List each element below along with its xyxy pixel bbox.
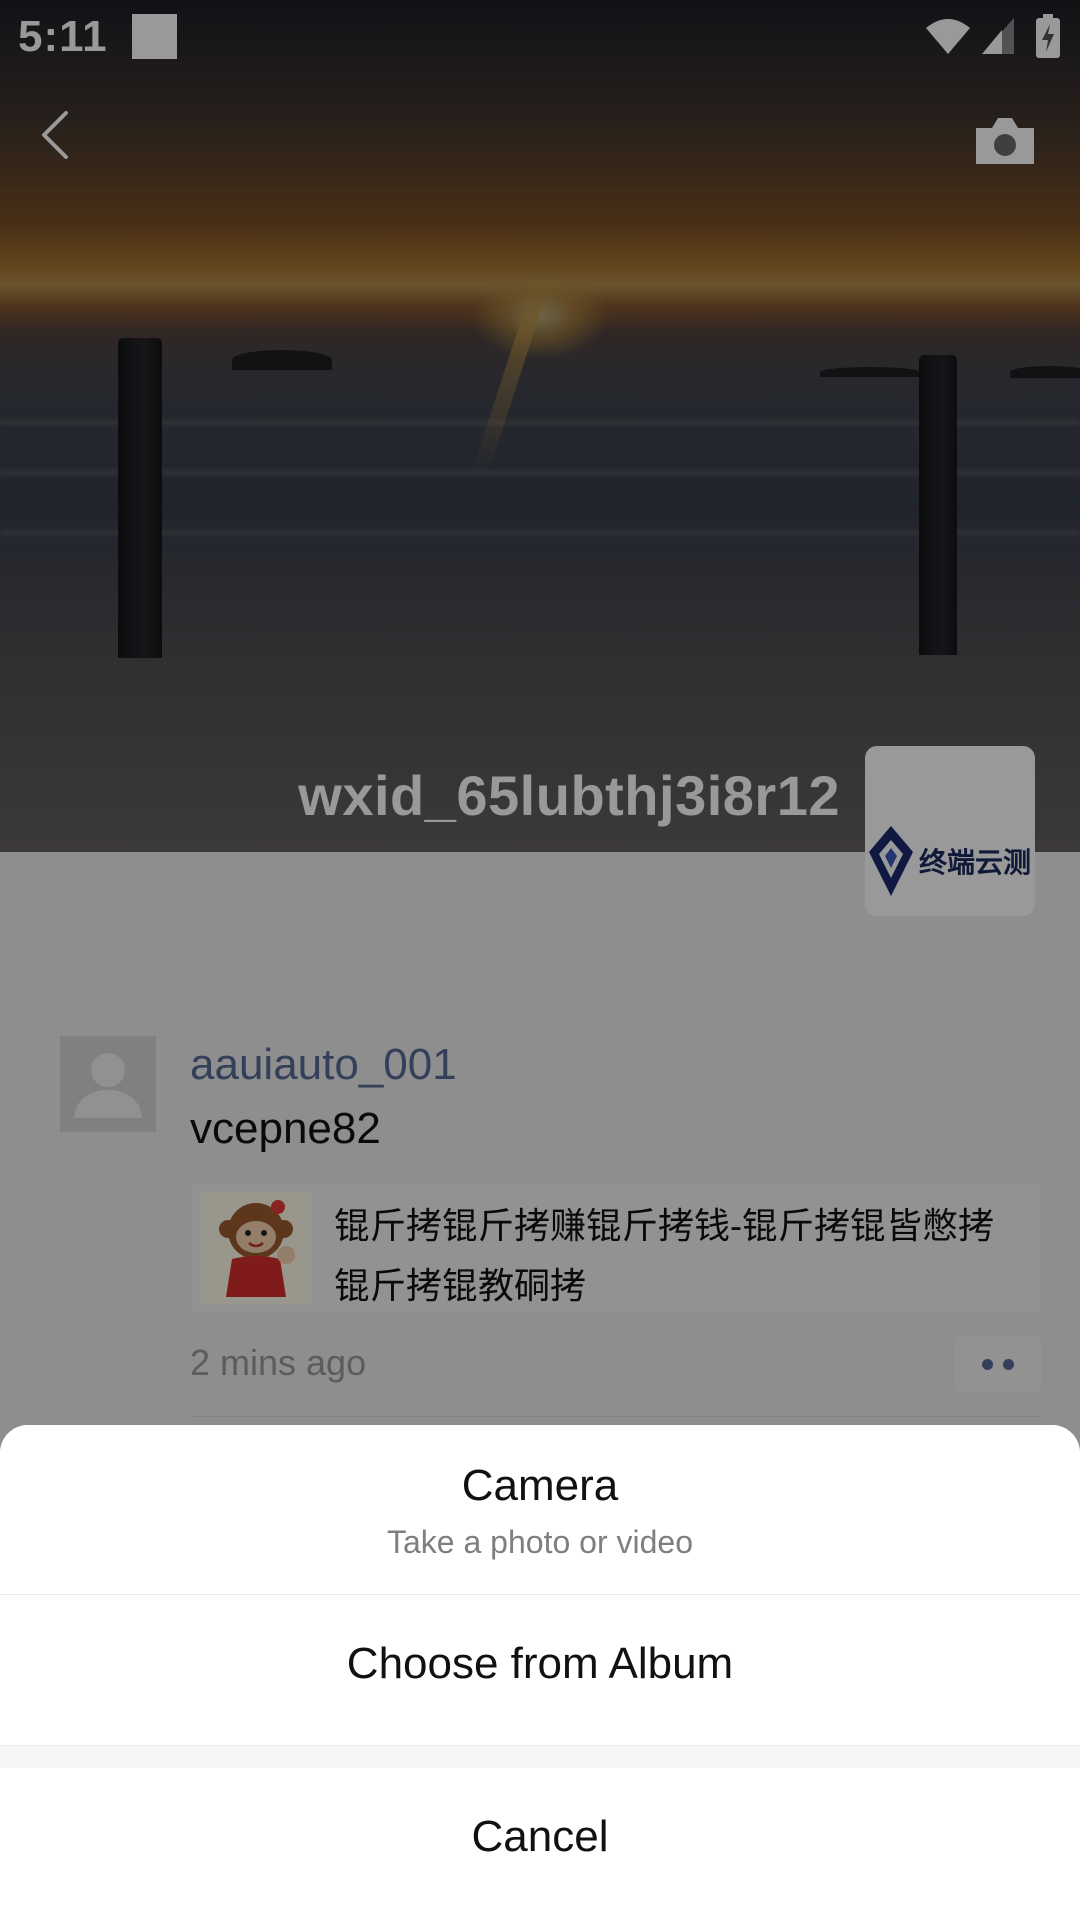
camera-option-title: Camera: [461, 1461, 619, 1510]
camera-option[interactable]: Camera Take a photo or video: [0, 1425, 1080, 1594]
action-sheet: Camera Take a photo or video Choose from…: [0, 1425, 1080, 1920]
sheet-separator: [0, 1746, 1080, 1768]
camera-option-subtitle: Take a photo or video: [387, 1524, 693, 1560]
cancel-button[interactable]: Cancel: [0, 1768, 1080, 1920]
choose-from-album-option[interactable]: Choose from Album: [0, 1595, 1080, 1745]
album-option-label: Choose from Album: [346, 1639, 734, 1688]
cancel-label: Cancel: [471, 1812, 609, 1861]
